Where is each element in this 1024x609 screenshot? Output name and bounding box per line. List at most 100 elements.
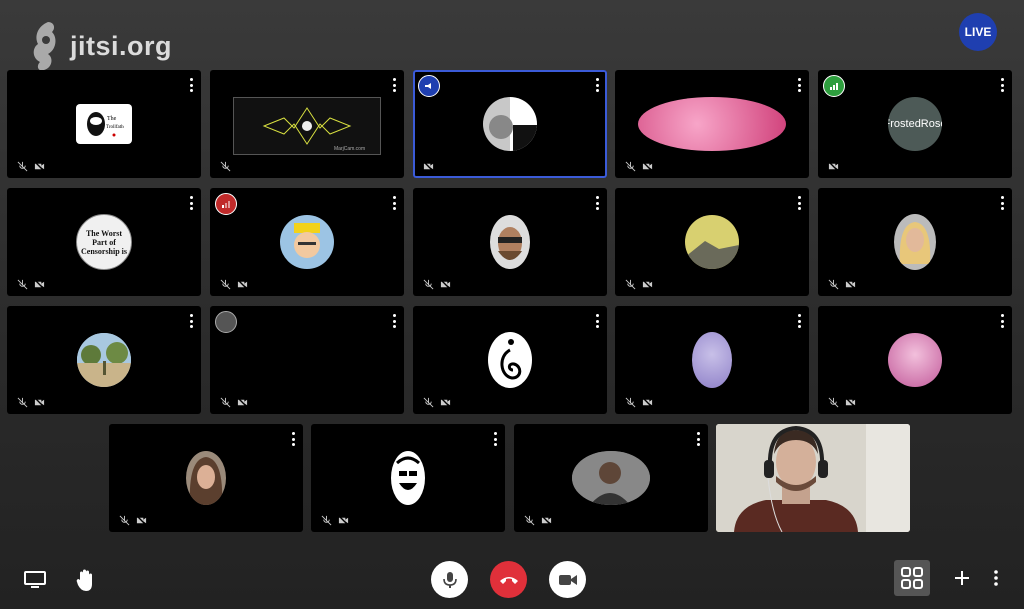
camera-button[interactable]: [549, 561, 586, 598]
svg-text:MarjCam.com: MarjCam.com: [334, 146, 365, 152]
status-icons: [220, 397, 248, 408]
video-muted-icon: [237, 397, 248, 408]
status-icons: [828, 161, 839, 172]
participant-tile[interactable]: [615, 188, 809, 296]
status-icons: [220, 279, 248, 290]
phone-hangup-icon: [499, 576, 518, 584]
participant-tile[interactable]: [514, 424, 708, 532]
participant-tile-dominant-speaker[interactable]: [413, 70, 607, 178]
tile-view-button[interactable]: [894, 560, 930, 596]
more-options-icon[interactable]: [392, 196, 396, 210]
status-icons: [423, 397, 451, 408]
participant-avatar: [894, 214, 936, 270]
participant-tile[interactable]: FrostedRose: [818, 70, 1012, 178]
status-icons: [17, 397, 45, 408]
mic-muted-icon: [119, 515, 130, 526]
participant-avatar: [483, 97, 537, 151]
more-options-icon[interactable]: [493, 432, 497, 446]
participant-tile[interactable]: [413, 306, 607, 414]
video-muted-icon: [34, 161, 45, 172]
participant-avatar: [280, 215, 334, 269]
more-options-icon[interactable]: [797, 196, 801, 210]
mic-muted-icon: [220, 161, 231, 172]
participant-avatar: [77, 333, 131, 387]
more-options-icon[interactable]: [696, 432, 700, 446]
participant-tile[interactable]: The Worst Part of Censorship is: [7, 188, 201, 296]
microphone-button[interactable]: [431, 561, 468, 598]
mic-muted-icon: [220, 397, 231, 408]
mic-muted-icon: [17, 161, 28, 172]
status-icons: [423, 161, 434, 172]
connection-good-icon: [823, 75, 845, 97]
video-muted-icon: [338, 515, 349, 526]
participant-avatar: [572, 451, 650, 505]
hand-icon[interactable]: [76, 568, 96, 592]
more-options-icon[interactable]: [1000, 314, 1004, 328]
more-options-icon[interactable]: [1000, 78, 1004, 92]
participant-tile[interactable]: MarjCam.com: [210, 70, 404, 178]
participant-tile[interactable]: [311, 424, 505, 532]
connection-poor-icon: [215, 193, 237, 215]
video-camera-icon: [558, 574, 577, 585]
local-video-feed: [716, 424, 910, 532]
monitor-icon[interactable]: [24, 571, 46, 589]
mic-muted-icon: [625, 161, 636, 172]
status-icons: [828, 279, 856, 290]
more-options-icon[interactable]: [1000, 196, 1004, 210]
more-options-icon[interactable]: [392, 78, 396, 92]
more-options-icon[interactable]: [595, 196, 599, 210]
more-options-icon[interactable]: [189, 196, 193, 210]
participant-avatar: [638, 97, 786, 151]
status-icons: [625, 279, 653, 290]
video-muted-icon: [34, 279, 45, 290]
video-muted-icon: [541, 515, 552, 526]
participant-avatar: [685, 215, 739, 269]
participant-tile[interactable]: [210, 188, 404, 296]
participant-tile[interactable]: [615, 70, 809, 178]
participant-tile[interactable]: [109, 424, 303, 532]
status-icons: [828, 397, 856, 408]
hangup-button[interactable]: [490, 561, 527, 598]
participant-tile[interactable]: [818, 306, 1012, 414]
status-icons: [524, 515, 552, 526]
more-options-icon[interactable]: [797, 78, 801, 92]
dominant-speaker-icon: [418, 75, 440, 97]
status-icons: [423, 279, 451, 290]
microphone-icon: [442, 571, 457, 588]
local-video-tile[interactable]: [716, 424, 910, 532]
more-options-icon[interactable]: [189, 78, 193, 92]
more-vertical-icon[interactable]: [994, 570, 998, 586]
participant-tile[interactable]: [818, 188, 1012, 296]
participant-avatar: [186, 451, 226, 505]
more-options-icon[interactable]: [291, 432, 295, 446]
status-icons: [625, 161, 653, 172]
mic-muted-icon: [524, 515, 535, 526]
more-options-icon[interactable]: [595, 78, 599, 92]
connection-inactive-icon: [215, 311, 237, 333]
mic-muted-icon: [321, 515, 332, 526]
video-muted-icon: [34, 397, 45, 408]
participant-tile[interactable]: [615, 306, 809, 414]
more-options-icon[interactable]: [392, 314, 396, 328]
participant-tile[interactable]: [413, 188, 607, 296]
participant-tile[interactable]: [210, 306, 404, 414]
more-options-icon[interactable]: [189, 314, 193, 328]
mic-muted-icon: [220, 279, 231, 290]
mic-muted-icon: [17, 279, 28, 290]
plus-icon[interactable]: [954, 570, 970, 586]
participant-avatar: [692, 332, 732, 388]
participant-avatar: [888, 333, 942, 387]
participant-tile[interactable]: The Trollfather: [7, 70, 201, 178]
toolbar-center: [431, 561, 586, 598]
video-muted-icon: [845, 397, 856, 408]
more-options-icon[interactable]: [797, 314, 801, 328]
participant-avatar: The Worst Part of Censorship is: [76, 214, 132, 270]
mic-muted-icon: [625, 279, 636, 290]
more-options-icon[interactable]: [595, 314, 599, 328]
video-muted-icon: [136, 515, 147, 526]
video-muted-icon: [440, 397, 451, 408]
status-icons: [119, 515, 147, 526]
live-badge[interactable]: LIVE: [959, 13, 997, 51]
participant-tile[interactable]: [7, 306, 201, 414]
jitsi-logo: jitsi.org: [28, 18, 172, 74]
